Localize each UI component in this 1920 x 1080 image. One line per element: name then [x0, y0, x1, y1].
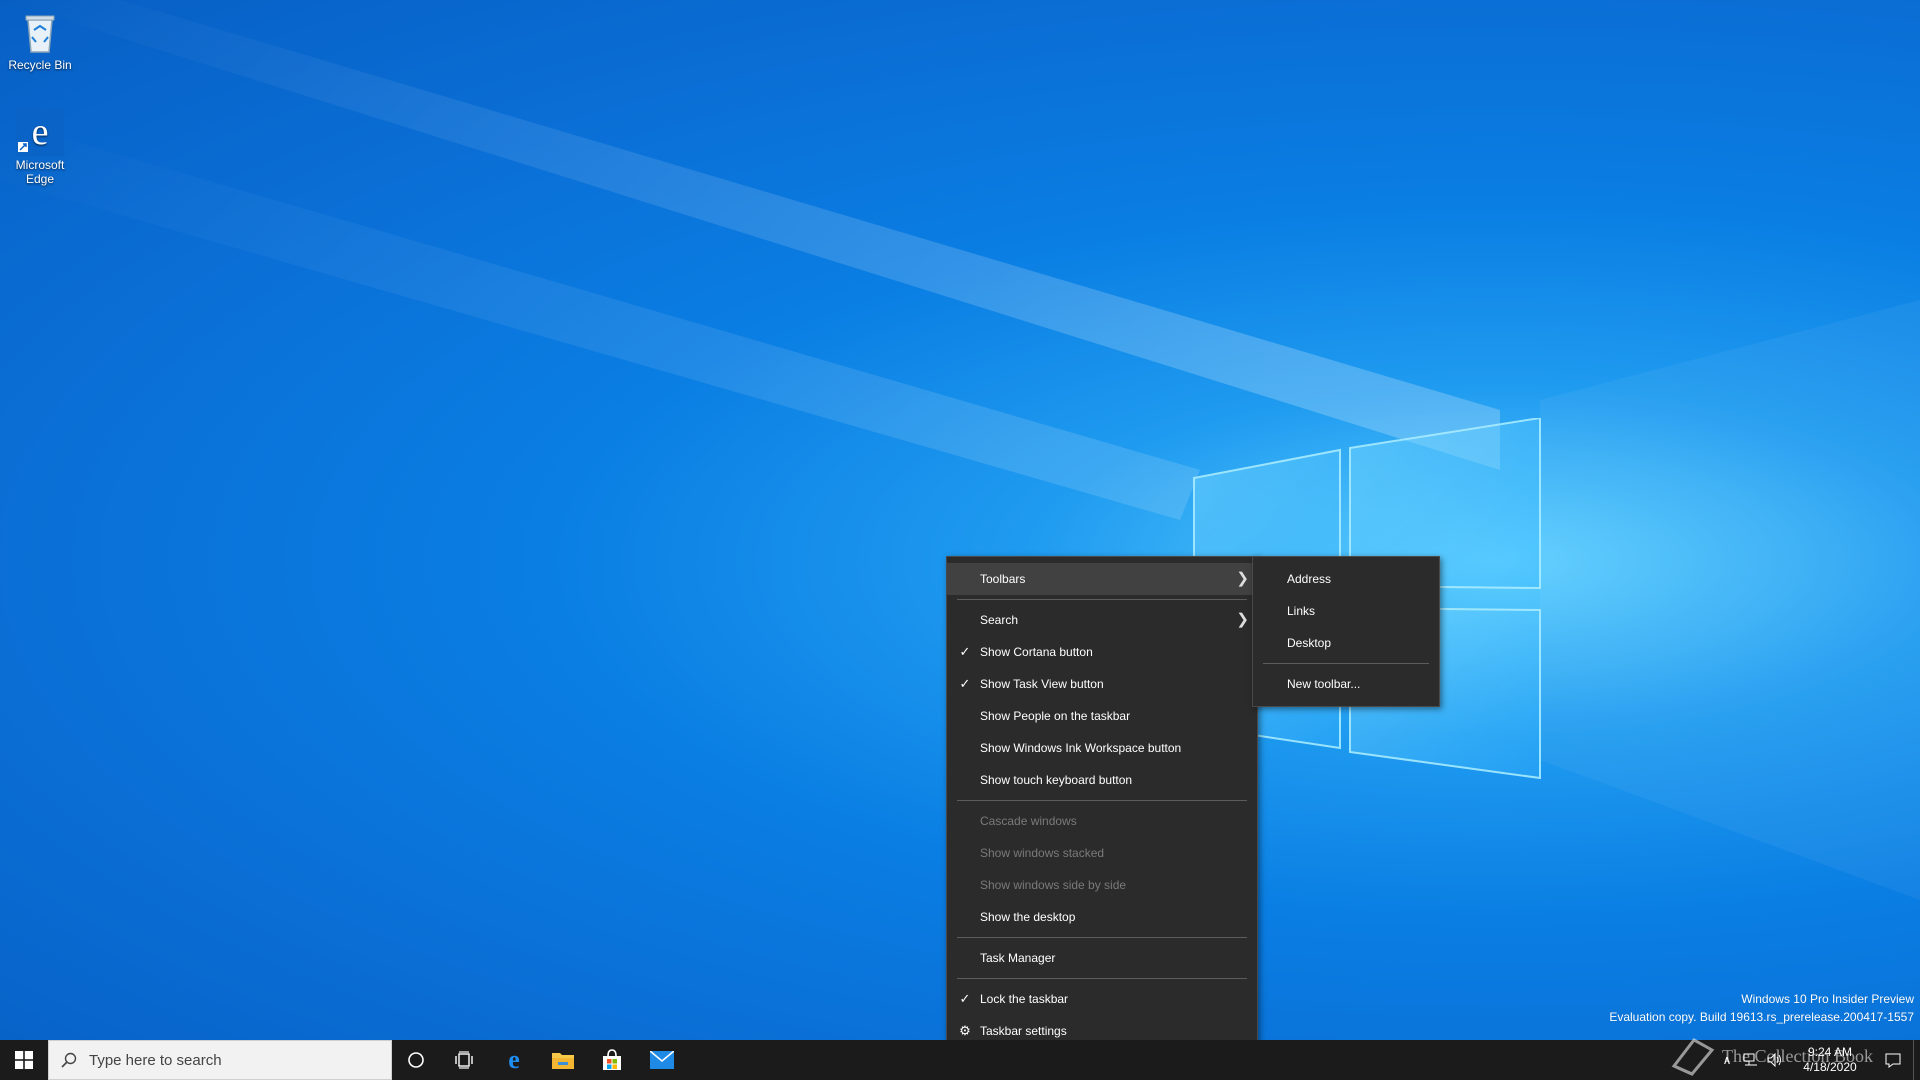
desktop-icon-edge[interactable]: e Microsoft Edge — [0, 108, 80, 186]
taskbar-search-box[interactable]: Type here to search — [48, 1040, 392, 1080]
chevron-right-icon: ❯ — [1236, 570, 1249, 587]
menu-item-label: Show touch keyboard button — [980, 773, 1133, 787]
cortana-button[interactable] — [392, 1040, 440, 1080]
menu-item-toolbars[interactable]: Toolbars ❯ — [947, 563, 1257, 595]
menu-item-label: Show Cortana button — [980, 645, 1093, 659]
menu-item-show-people[interactable]: Show People on the taskbar — [947, 700, 1257, 732]
submenu-item-address[interactable]: Address — [1253, 563, 1439, 595]
desktop-icon-label: Microsoft Edge — [15, 158, 65, 186]
chevron-right-icon: ❯ — [1236, 611, 1249, 628]
menu-separator — [957, 978, 1247, 979]
menu-item-windows-side-by-side: Show windows side by side — [947, 869, 1257, 901]
menu-item-label: Search — [980, 613, 1019, 627]
submenu-item-new-toolbar[interactable]: New toolbar... — [1253, 668, 1439, 700]
store-icon — [603, 1049, 621, 1070]
menu-item-label: Taskbar settings — [980, 1024, 1067, 1038]
cortana-icon — [408, 1052, 424, 1068]
edge-icon: e — [508, 1048, 520, 1072]
menu-item-label: Show the desktop — [980, 910, 1076, 924]
overlay-watermark: The Collection Book — [1670, 1036, 1873, 1076]
checkmark-icon: ✓ — [959, 644, 971, 659]
menu-item-show-cortana[interactable]: ✓ Show Cortana button — [947, 636, 1257, 668]
menu-separator — [957, 599, 1247, 600]
menu-item-show-touch-keyboard[interactable]: Show touch keyboard button — [947, 764, 1257, 796]
menu-item-cascade-windows: Cascade windows — [947, 805, 1257, 837]
menu-item-search[interactable]: Search ❯ — [947, 604, 1257, 636]
task-view-button[interactable] — [440, 1040, 488, 1080]
menu-item-show-task-view[interactable]: ✓ Show Task View button — [947, 668, 1257, 700]
checkmark-icon: ✓ — [959, 676, 971, 691]
toolbars-submenu: Address Links Desktop New toolbar... — [1252, 556, 1440, 707]
menu-item-label: Show Windows Ink Workspace button — [980, 741, 1182, 755]
submenu-item-links[interactable]: Links — [1253, 595, 1439, 627]
menu-item-label: Address — [1287, 572, 1332, 586]
windows-start-icon — [15, 1051, 33, 1069]
menu-item-label: Task Manager — [980, 951, 1056, 965]
checkmark-icon: ✓ — [959, 991, 971, 1006]
submenu-item-desktop[interactable]: Desktop — [1253, 627, 1439, 659]
menu-item-label: Cascade windows — [980, 814, 1077, 828]
menu-separator — [957, 937, 1247, 938]
desktop-icon-recycle-bin[interactable]: Recycle Bin — [0, 8, 80, 72]
mail-icon — [650, 1051, 674, 1069]
taskbar-context-menu: Toolbars ❯ Search ❯ ✓ Show Cortana butto… — [946, 556, 1258, 1054]
menu-item-label: Show windows stacked — [980, 846, 1105, 860]
search-icon — [49, 1040, 89, 1080]
task-view-icon — [455, 1051, 473, 1069]
menu-separator — [957, 800, 1247, 801]
menu-item-label: Lock the taskbar — [980, 992, 1069, 1006]
desktop-icon-label: Recycle Bin — [8, 58, 72, 72]
search-placeholder: Type here to search — [89, 1051, 222, 1069]
menu-item-label: Show windows side by side — [980, 878, 1127, 892]
taskbar-file-explorer-button[interactable] — [539, 1040, 587, 1080]
menu-item-lock-taskbar[interactable]: ✓ Lock the taskbar — [947, 983, 1257, 1015]
taskbar-store-button[interactable] — [588, 1040, 636, 1080]
svg-text:e: e — [508, 1048, 520, 1072]
file-explorer-icon — [552, 1053, 574, 1069]
taskbar: Type here to search e ∧ 9:24 AM 4/18/202… — [0, 1040, 1920, 1080]
edge-icon: e — [16, 108, 64, 156]
watermark-build: Evaluation copy. Build 19613.rs_prerelea… — [1609, 1010, 1914, 1024]
menu-separator — [1263, 663, 1429, 664]
watermark-edition: Windows 10 Pro Insider Preview — [1741, 992, 1914, 1006]
menu-item-task-manager[interactable]: Task Manager — [947, 942, 1257, 974]
book-logo-icon — [1671, 1038, 1715, 1076]
show-desktop-button[interactable] — [1913, 1040, 1920, 1080]
menu-item-label: Toolbars — [980, 572, 1026, 586]
menu-item-label: New toolbar... — [1287, 677, 1361, 691]
taskbar-edge-button[interactable]: e — [490, 1040, 538, 1080]
menu-item-label: Links — [1287, 604, 1316, 618]
action-center-icon[interactable] — [1873, 1040, 1913, 1080]
menu-item-label: Show Task View button — [980, 677, 1104, 691]
taskbar-mail-button[interactable] — [638, 1040, 686, 1080]
menu-item-windows-stacked: Show windows stacked — [947, 837, 1257, 869]
menu-item-label: Show People on the taskbar — [980, 709, 1131, 723]
menu-item-show-desktop[interactable]: Show the desktop — [947, 901, 1257, 933]
start-button[interactable] — [0, 1040, 48, 1080]
overlay-watermark-text: The Collection Book — [1722, 1045, 1873, 1066]
svg-text:e: e — [32, 111, 49, 153]
menu-item-show-ink-workspace[interactable]: Show Windows Ink Workspace button — [947, 732, 1257, 764]
menu-item-label: Desktop — [1287, 636, 1332, 650]
recycle-bin-icon — [25, 15, 55, 53]
